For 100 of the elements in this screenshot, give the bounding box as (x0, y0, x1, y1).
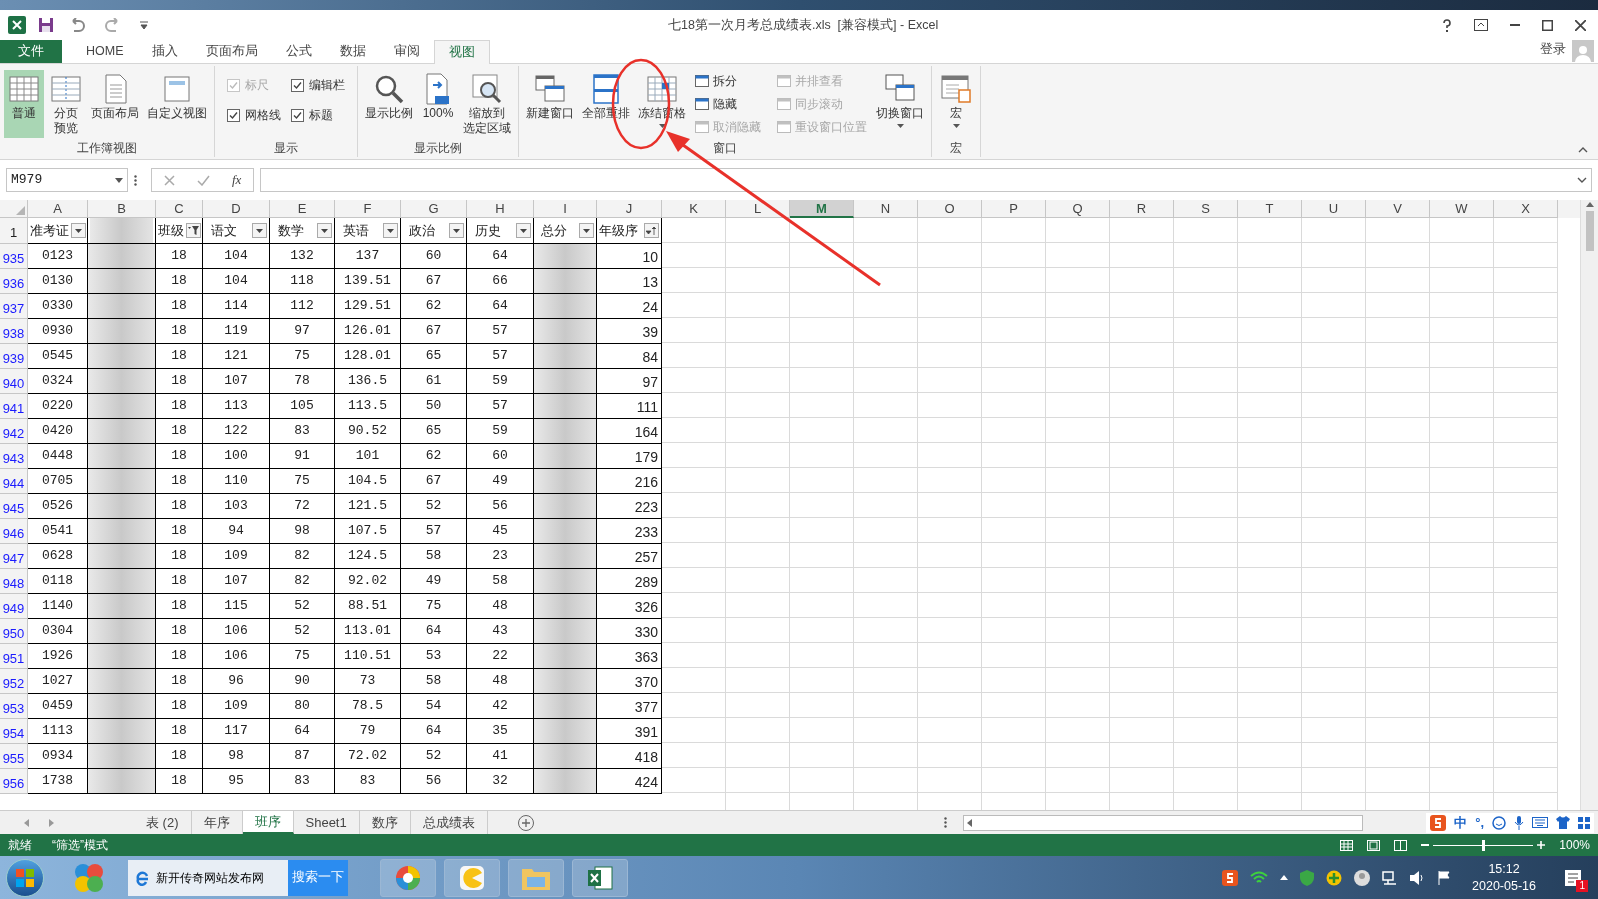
close-icon[interactable] (1575, 19, 1586, 31)
column-header[interactable]: H (467, 200, 534, 218)
column-title: 英语 (343, 221, 369, 240)
column-header[interactable]: G (401, 200, 467, 218)
zoom-slider[interactable] (1433, 839, 1534, 851)
excel-app-icon[interactable] (572, 858, 628, 897)
ribbon-tab[interactable]: 页面布局 (191, 39, 272, 63)
column-header[interactable]: W (1430, 200, 1494, 218)
column-header[interactable]: F (335, 200, 401, 218)
ribbon-tab[interactable]: HOME (72, 39, 138, 63)
ribbon-small-button[interactable]: 拆分 (695, 71, 761, 91)
save-icon[interactable] (38, 17, 54, 33)
ribbon-tab[interactable]: 视图 (433, 40, 490, 64)
normal-view-icon[interactable] (1340, 839, 1354, 851)
ribbon-button[interactable]: 切换窗口 (873, 70, 927, 138)
action-center-icon[interactable] (1564, 867, 1584, 888)
column-header[interactable]: C (156, 200, 203, 218)
table-cell: 113.01 (335, 619, 401, 644)
more-options-icon[interactable] (134, 174, 137, 186)
ribbon-button[interactable]: 新建窗口 (523, 70, 577, 138)
ribbon-button[interactable]: 普通 (4, 70, 44, 138)
start-button[interactable] (6, 858, 44, 897)
window-icon (695, 98, 709, 110)
column-header[interactable]: N (854, 200, 918, 218)
name-box[interactable]: M979 (6, 168, 128, 192)
avatar-icon[interactable] (1354, 869, 1371, 886)
table-cell: 67 (401, 469, 467, 494)
page-break-view-icon[interactable] (1394, 839, 1408, 851)
maximize-icon[interactable] (1542, 19, 1553, 31)
column-header[interactable]: J (597, 200, 662, 218)
flag-icon[interactable] (1438, 870, 1451, 885)
clock[interactable]: 15:12 2020-05-16 (1472, 860, 1536, 895)
column-header[interactable]: S (1174, 200, 1238, 218)
ribbon-small-button[interactable]: 隐藏 (695, 94, 761, 114)
column-header[interactable]: V (1366, 200, 1430, 218)
network-icon[interactable] (1382, 870, 1399, 885)
filter-button[interactable] (316, 223, 332, 238)
column-header[interactable]: X (1494, 200, 1558, 218)
sheet-tab[interactable]: 班序 (242, 811, 294, 834)
search-field[interactable]: 新开传奇网站发布网 (128, 859, 288, 896)
formula-input[interactable] (260, 168, 1592, 192)
vertical-scrollbar[interactable] (1580, 200, 1598, 810)
column-header[interactable]: M (790, 200, 854, 218)
column-header[interactable]: O (918, 200, 982, 218)
ribbon-display-icon[interactable] (1474, 19, 1488, 31)
shield-icon[interactable] (1300, 869, 1315, 886)
column-header[interactable]: Q (1046, 200, 1110, 218)
checkbox[interactable] (291, 78, 304, 92)
page-layout-view-icon[interactable] (1367, 839, 1381, 851)
customize-toolbar-icon[interactable] (140, 21, 148, 29)
ribbon-button[interactable]: 自定义视图 (144, 70, 210, 138)
wifi-icon[interactable] (1250, 870, 1269, 885)
filter-button[interactable] (579, 223, 594, 238)
group-label: 显示比例 (414, 140, 462, 157)
filter-button[interactable] (71, 223, 86, 238)
column-header[interactable]: U (1302, 200, 1366, 218)
zoom-in-icon[interactable] (1537, 841, 1546, 849)
horizontal-scrollbar[interactable] (962, 814, 1363, 831)
slider-thumb[interactable] (1481, 839, 1485, 851)
filter-button[interactable] (516, 223, 531, 238)
pinwheel-app-icon[interactable] (380, 858, 436, 897)
ribbon-button[interactable]: 100% (418, 70, 458, 138)
column-header[interactable]: E (270, 200, 335, 218)
ribbon-button[interactable]: 宏 (936, 70, 976, 138)
ribbon-button[interactable]: 分页 预览 (46, 70, 86, 138)
expand-icon[interactable] (1577, 177, 1587, 183)
ribbon-tab[interactable]: 公式 (271, 39, 326, 63)
show-hidden-icons[interactable] (1280, 875, 1289, 880)
column-header[interactable]: R (1110, 200, 1174, 218)
ribbon-button[interactable]: 缩放到 选定区域 (460, 70, 514, 138)
ribbon-button[interactable]: 页面布局 (88, 70, 142, 138)
column-header[interactable]: P (982, 200, 1046, 218)
table-cell: 52 (401, 494, 467, 519)
insert-function-button[interactable]: fx (232, 170, 242, 190)
filter-button[interactable] (186, 223, 201, 238)
column-header[interactable]: I (534, 200, 597, 218)
file-tab[interactable]: 文件 (0, 39, 62, 63)
collapse-ribbon-icon[interactable] (1578, 147, 1588, 153)
column-header[interactable]: K (662, 200, 726, 218)
table-cell: 94 (203, 519, 270, 544)
checkbox[interactable] (227, 108, 240, 122)
checkbox[interactable] (291, 108, 304, 122)
plus-circle-icon[interactable] (1326, 869, 1343, 886)
column-header[interactable]: A (28, 200, 88, 218)
ribbon-tab[interactable]: 插入 (137, 39, 192, 63)
input-method-icon[interactable] (1222, 869, 1239, 886)
sign-in-link[interactable]: 登录 (1540, 40, 1566, 59)
ribbon-button[interactable]: 显示比例 (362, 70, 416, 138)
ribbon-tab[interactable]: 数据 (325, 39, 380, 63)
help-icon[interactable] (1442, 18, 1452, 32)
chat-app-icon[interactable] (444, 858, 500, 897)
more-options-icon[interactable] (943, 817, 947, 828)
filter-button[interactable] (449, 223, 464, 238)
filter-button[interactable] (644, 223, 659, 238)
ribbon-tab[interactable]: 审阅 (379, 39, 434, 63)
column-header[interactable]: T (1238, 200, 1302, 218)
row-header: 952 (0, 669, 28, 694)
column-header[interactable]: D (203, 200, 270, 218)
filter-button[interactable] (383, 223, 398, 238)
filter-button[interactable] (252, 223, 267, 238)
